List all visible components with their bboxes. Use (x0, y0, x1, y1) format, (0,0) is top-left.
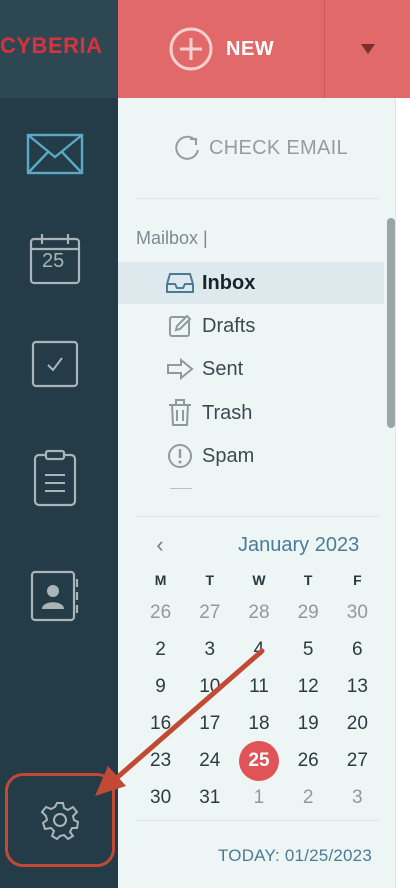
new-dropdown-button[interactable] (325, 0, 410, 98)
message-list-edge (395, 98, 410, 888)
nav-mail-button[interactable] (25, 124, 85, 184)
calendar-day[interactable]: 9 (136, 668, 185, 705)
calendar-day[interactable]: 13 (333, 668, 382, 705)
divider (136, 820, 380, 821)
weekday-label: F (353, 572, 362, 588)
calendar-day[interactable]: 12 (284, 668, 333, 705)
weekday-label: M (154, 572, 167, 588)
folder-sent[interactable]: Sent (118, 348, 384, 390)
calendar-icon-day: 25 (42, 250, 65, 272)
divider (136, 516, 380, 517)
nav-contacts-button[interactable] (25, 566, 85, 626)
weekday-label: T (205, 572, 215, 588)
calendar-day[interactable]: 18 (234, 705, 283, 742)
refresh-icon (175, 135, 199, 160)
calendar-month-title[interactable]: January 2023 (238, 534, 359, 557)
calendar-day-other-month[interactable]: 1 (234, 779, 283, 816)
calendar-day[interactable]: 27 (333, 742, 382, 779)
mail-icon (26, 133, 84, 175)
new-button[interactable]: NEW (118, 0, 324, 98)
mail-panel: CHECK EMAIL Mailbox | Inbox Drafts Sent (118, 98, 384, 888)
calendar-day[interactable]: 10 (185, 668, 234, 705)
today-date-label[interactable]: TODAY: 01/25/2023 (218, 846, 384, 866)
calendar-day-other-month[interactable]: 3 (333, 779, 382, 816)
folder-spam[interactable]: Spam (118, 435, 384, 477)
mailbox-heading: Mailbox | (136, 228, 208, 248)
divider (136, 198, 380, 199)
drafts-icon (166, 312, 194, 340)
notes-icon (33, 449, 77, 507)
folder-list-scrollbar[interactable] (387, 218, 395, 428)
folder-label: Sent (202, 357, 244, 380)
weekday-label: W (252, 572, 266, 588)
calendar-day[interactable]: 11 (234, 668, 283, 705)
plus-circle-icon (169, 27, 213, 71)
calendar-day-other-month[interactable]: 27 (185, 594, 234, 631)
calendar-day[interactable]: 2 (136, 631, 185, 668)
settings-icon (40, 802, 80, 840)
folder-label: Drafts (202, 314, 256, 337)
check-email-button[interactable]: CHECK EMAIL (173, 134, 348, 162)
spam-icon (166, 442, 194, 470)
folder-label: Spam (202, 444, 255, 467)
calendar-day[interactable]: 19 (284, 705, 333, 742)
calendar-day-other-month[interactable]: 29 (284, 594, 333, 631)
brand-area: CYBERIA (0, 0, 118, 98)
nav-calendar-button[interactable]: 25 (25, 228, 85, 288)
calendar-day[interactable]: 24 (185, 742, 234, 779)
calendar-day[interactable]: 31 (185, 779, 234, 816)
calendar-day-other-month[interactable]: 28 (234, 594, 283, 631)
nav-notes-button[interactable] (25, 448, 85, 508)
trash-icon (166, 399, 194, 427)
folder-drafts[interactable]: Drafts (118, 305, 384, 347)
weekday-label: T (303, 572, 313, 588)
inbox-icon (166, 269, 194, 297)
new-button-label: NEW (226, 37, 275, 60)
sent-icon (166, 355, 194, 383)
calendar-day[interactable]: 3 (185, 631, 234, 668)
nav-tasks-button[interactable] (25, 334, 85, 394)
calendar-day[interactable]: 17 (185, 705, 234, 742)
calendar-day[interactable]: 4 (234, 631, 283, 668)
contacts-icon (30, 570, 79, 622)
tasks-icon (31, 340, 79, 388)
brand-logo: CYBERIA (0, 33, 103, 58)
calendar-day[interactable]: 26 (284, 742, 333, 779)
calendar-day-other-month[interactable]: 30 (333, 594, 382, 631)
check-email-label: CHECK EMAIL (209, 136, 348, 159)
top-toolbar: NEW (118, 0, 410, 98)
folder-label: Inbox (202, 271, 256, 294)
today-highlight: 25 (238, 740, 279, 781)
calendar-day-grid: 26 27 28 29 30 2 3 4 5 6 9 10 11 12 13 16 17 18 19 20 23 24 25… (136, 594, 382, 816)
folder-list-end-line (170, 488, 192, 489)
calendar-day[interactable]: 16 (136, 705, 185, 742)
folder-trash[interactable]: Trash (118, 392, 384, 434)
calendar-day-today[interactable]: 25 (234, 740, 283, 781)
calendar-day-other-month[interactable]: 2 (284, 779, 333, 816)
settings-button[interactable] (5, 773, 115, 867)
caret-down-icon (360, 44, 375, 54)
calendar-weekday-header: M T W T F (136, 572, 382, 588)
calendar-day-other-month[interactable]: 26 (136, 594, 185, 631)
calendar-day[interactable]: 6 (333, 631, 382, 668)
folder-inbox[interactable]: Inbox (118, 262, 384, 304)
calendar-prev-month-button[interactable]: ‹ (150, 532, 170, 558)
calendar-day[interactable]: 20 (333, 705, 382, 742)
calendar-day[interactable]: 30 (136, 779, 185, 816)
folder-label: Trash (202, 401, 253, 424)
calendar-day[interactable]: 5 (284, 631, 333, 668)
calendar-day[interactable]: 23 (136, 742, 185, 779)
